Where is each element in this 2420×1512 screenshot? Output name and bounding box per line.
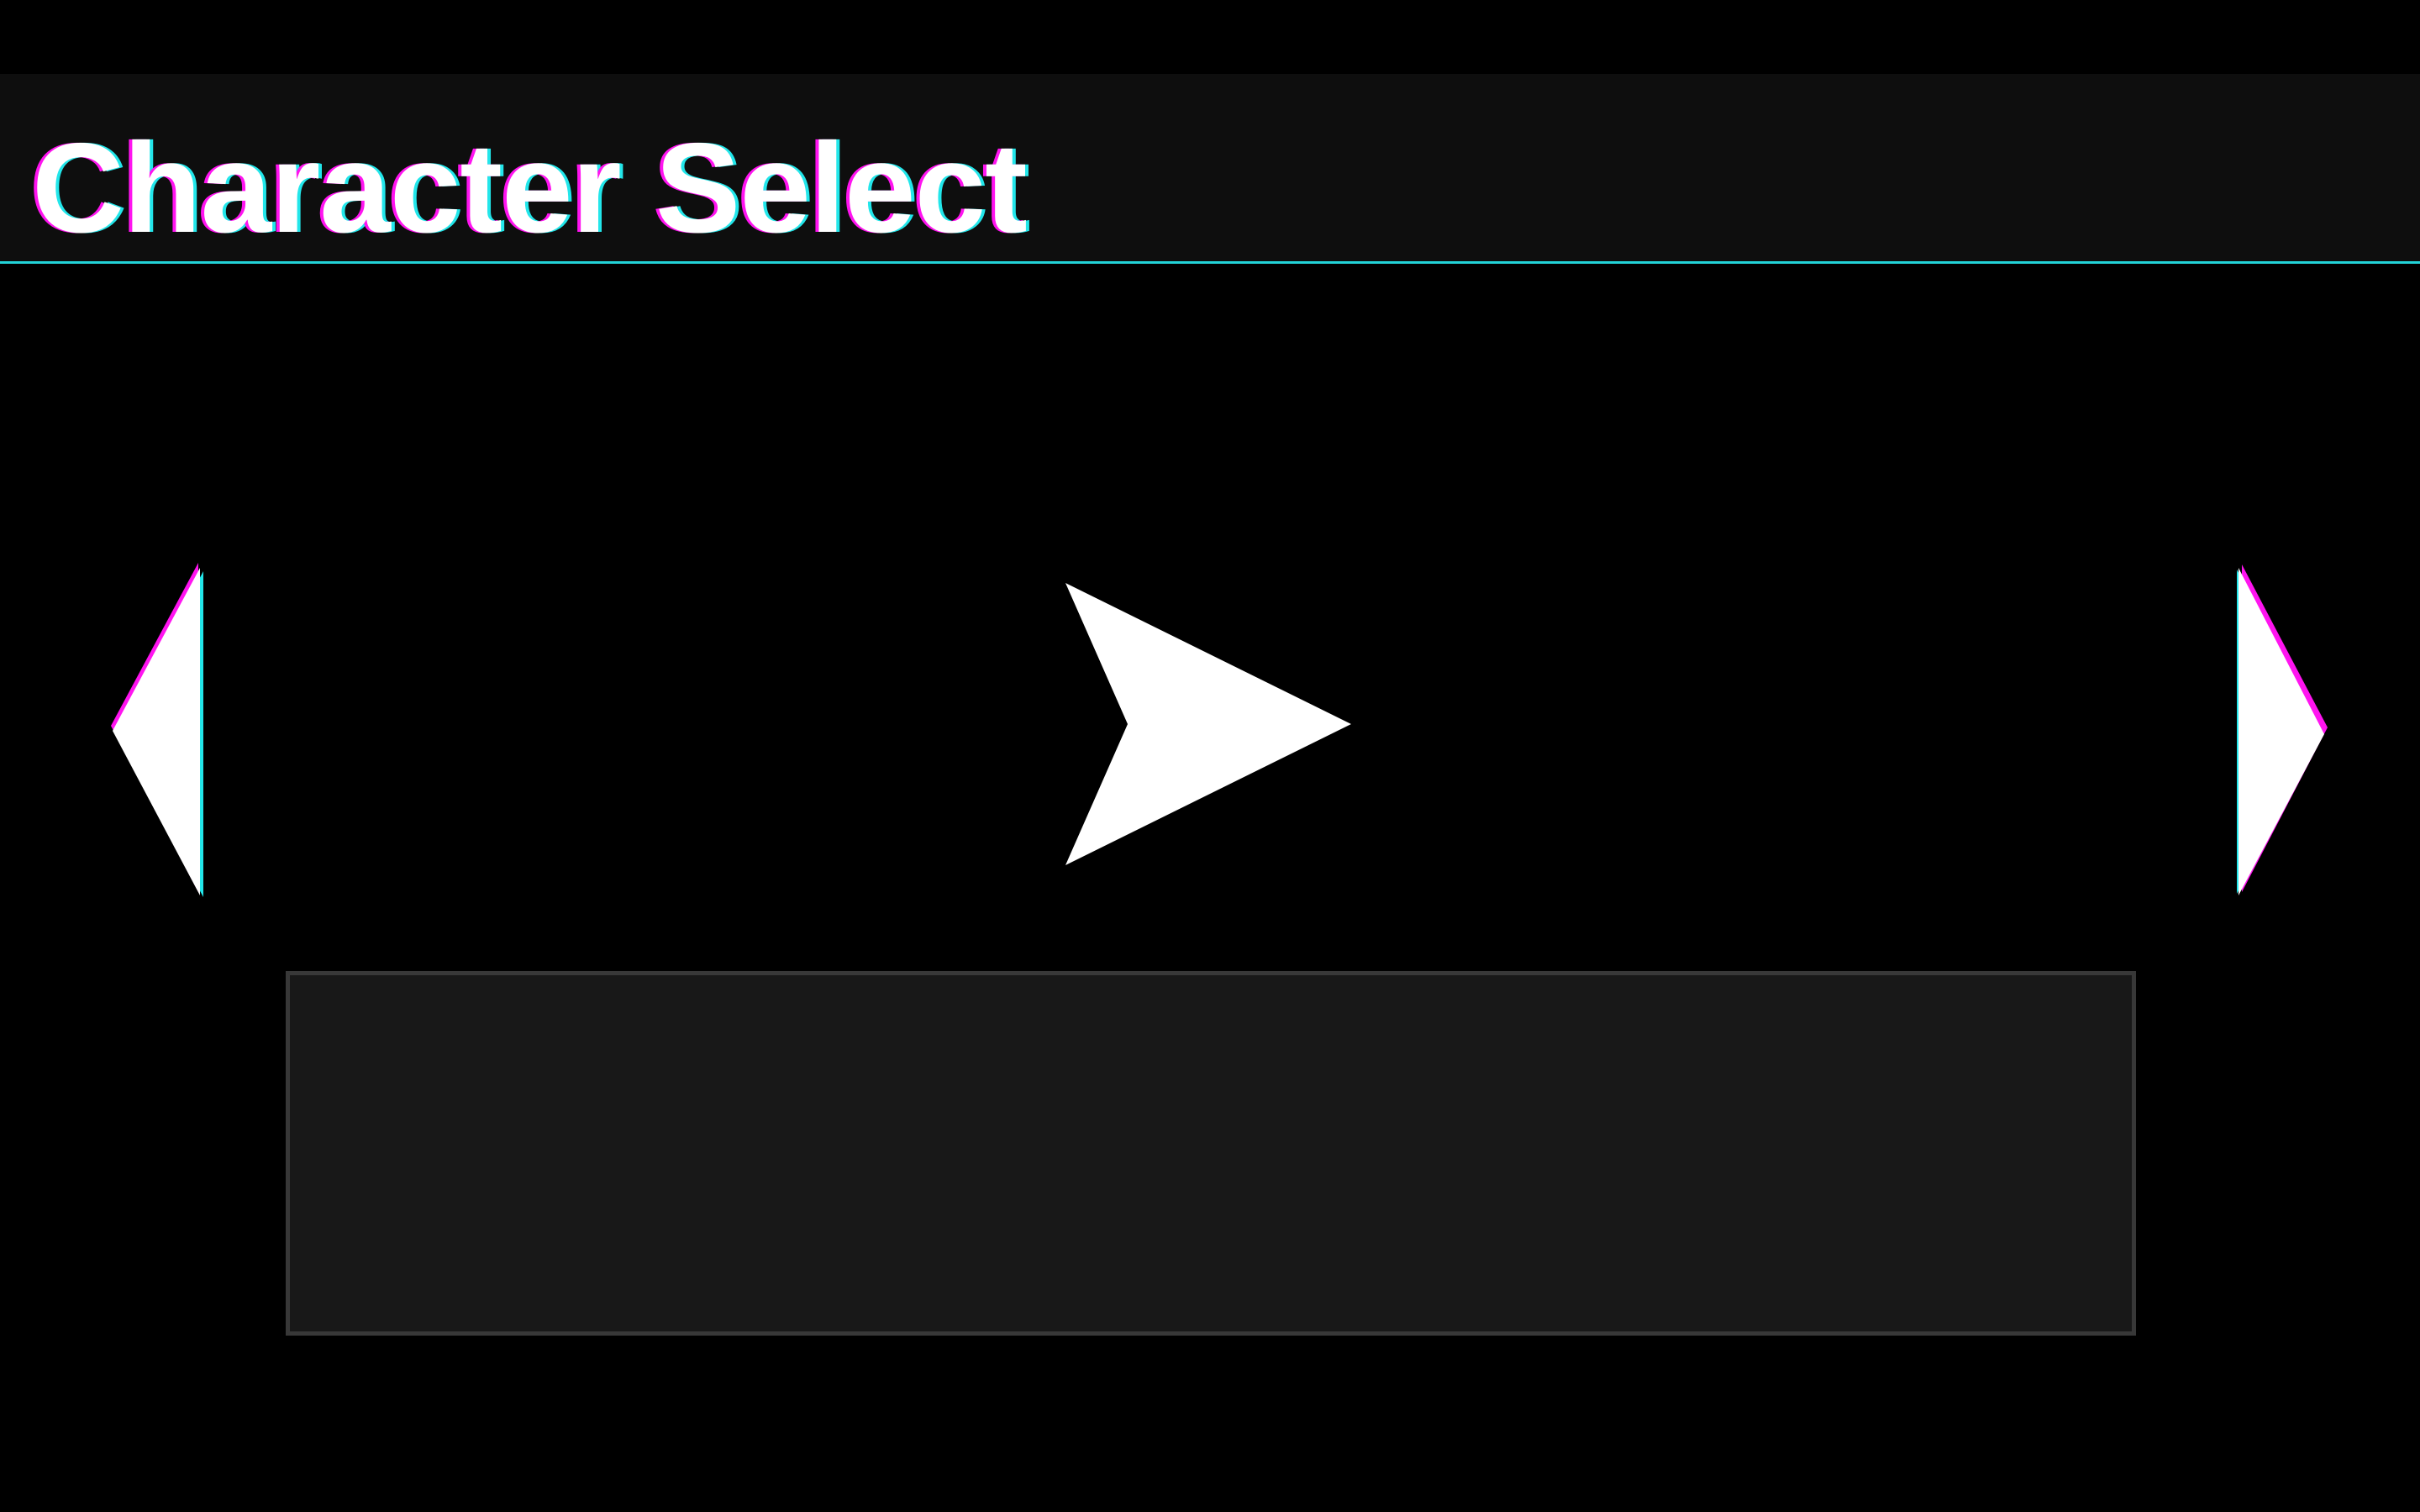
character-info-panel (286, 971, 2136, 1336)
character-preview (1065, 583, 1351, 865)
triangle-left-icon (111, 563, 203, 897)
top-bar (0, 0, 2420, 74)
arrowhead-right-icon (1065, 583, 1351, 865)
triangle-right-icon (2237, 564, 2328, 895)
previous-character-button[interactable] (106, 558, 208, 904)
next-character-button[interactable] (2228, 563, 2331, 904)
page-title: Character Select (32, 117, 1028, 260)
